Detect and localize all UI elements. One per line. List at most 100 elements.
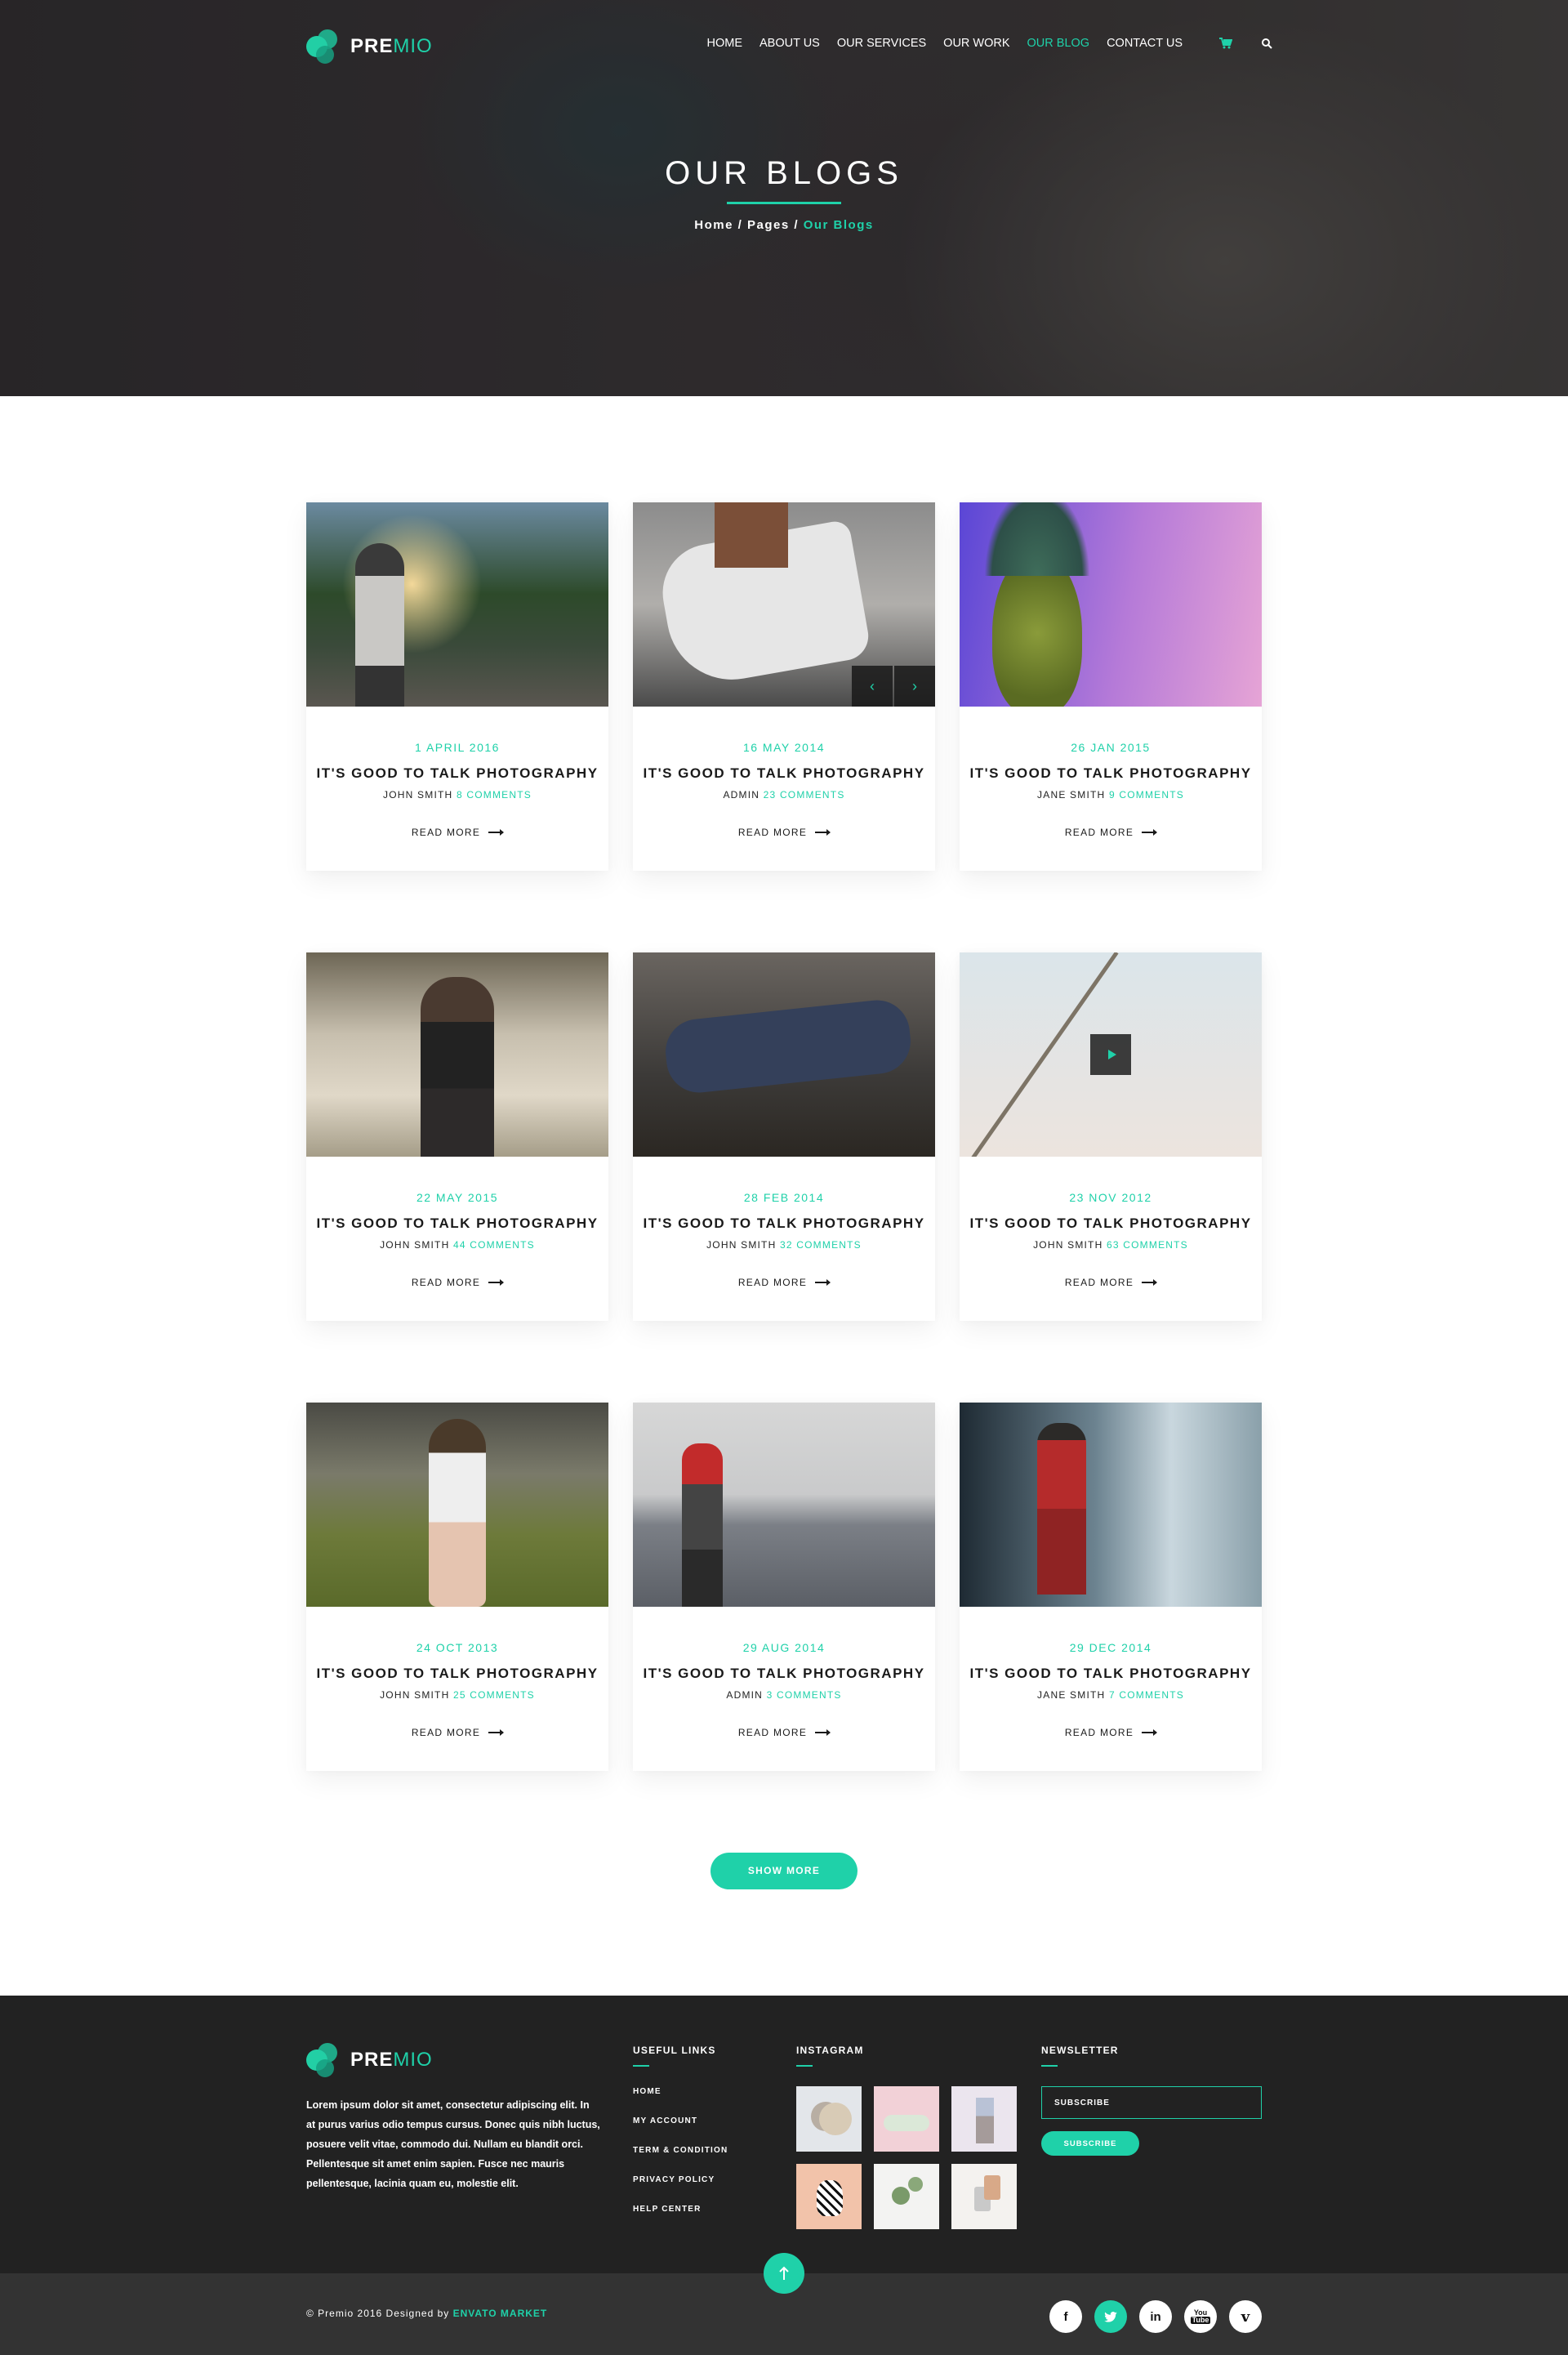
nav-contact-us[interactable]: CONTACT US xyxy=(1107,37,1183,50)
nav-our-blog[interactable]: OUR BLOG xyxy=(1027,37,1090,50)
post-comments[interactable]: 63 COMMENTS xyxy=(1107,1239,1188,1251)
read-more-label: READ MORE xyxy=(737,827,808,838)
search-icon[interactable] xyxy=(1259,36,1274,51)
read-more-link[interactable]: READ MORE xyxy=(1064,827,1158,838)
breadcrumb-home[interactable]: Home xyxy=(694,218,733,232)
post-author[interactable]: JANE SMITH xyxy=(1037,1689,1105,1701)
read-more-link[interactable]: READ MORE xyxy=(738,1727,831,1738)
breadcrumb-pages[interactable]: Pages xyxy=(747,218,790,232)
post-title[interactable]: IT'S GOOD TO TALK PHOTOGRAPHY xyxy=(960,1666,1262,1682)
post-date: 22 MAY 2015 xyxy=(416,1191,499,1204)
post-comments[interactable]: 9 COMMENTS xyxy=(1109,789,1184,801)
footer-link-help[interactable]: HELP CENTER xyxy=(633,2205,728,2234)
instagram-heading: INSTAGRAM xyxy=(796,2045,864,2056)
vimeo-icon[interactable]: v xyxy=(1229,2300,1262,2333)
blog-card-image[interactable]: ‹ › xyxy=(633,502,935,707)
heading-underline xyxy=(1041,2065,1058,2067)
brand-logo[interactable]: PREMIO xyxy=(306,29,433,64)
subscribe-button[interactable]: SUBSCRIBE xyxy=(1041,2131,1139,2156)
post-date: 26 JAN 2015 xyxy=(1071,741,1151,754)
read-more-link[interactable]: READ MORE xyxy=(412,1727,505,1738)
blog-card-image[interactable] xyxy=(306,1403,608,1607)
post-title[interactable]: IT'S GOOD TO TALK PHOTOGRAPHY xyxy=(306,1666,608,1682)
post-author[interactable]: JANE SMITH xyxy=(1037,789,1105,801)
read-more-label: READ MORE xyxy=(1064,827,1134,838)
footer-link-home[interactable]: HOME xyxy=(633,2087,728,2116)
facebook-icon[interactable]: f xyxy=(1049,2300,1082,2333)
instagram-thumb[interactable] xyxy=(951,2164,1017,2229)
footer-link-terms[interactable]: TERM & CONDITION xyxy=(633,2146,728,2175)
post-date: 28 FEB 2014 xyxy=(743,1191,825,1204)
post-comments[interactable]: 3 COMMENTS xyxy=(767,1689,842,1701)
read-more-link[interactable]: READ MORE xyxy=(1065,1727,1158,1738)
footer-link-privacy[interactable]: PRIVACY POLICY xyxy=(633,2175,728,2205)
show-more-button[interactable]: SHOW MORE xyxy=(710,1853,858,1889)
blog-card-image[interactable] xyxy=(960,1403,1262,1607)
post-title[interactable]: IT'S GOOD TO TALK PHOTOGRAPHY xyxy=(960,1215,1262,1232)
instagram-thumb[interactable] xyxy=(796,2164,862,2229)
footer-logo[interactable]: PREMIO xyxy=(306,2043,433,2077)
post-comments[interactable]: 25 COMMENTS xyxy=(453,1689,535,1701)
logo-mark-icon xyxy=(306,29,344,64)
play-icon[interactable] xyxy=(1090,1034,1131,1075)
post-comments[interactable]: 7 COMMENTS xyxy=(1109,1689,1184,1701)
blog-card: 23 NOV 2012 IT'S GOOD TO TALK PHOTOGRAPH… xyxy=(960,952,1262,1321)
read-more-link[interactable]: READ MORE xyxy=(412,1277,505,1288)
instagram-thumb[interactable] xyxy=(874,2164,939,2229)
cart-icon[interactable] xyxy=(1218,36,1233,51)
post-comments[interactable]: 23 COMMENTS xyxy=(764,789,845,801)
useful-links-list: HOME MY ACCOUNT TERM & CONDITION PRIVACY… xyxy=(633,2087,728,2234)
instagram-thumb[interactable] xyxy=(951,2086,1017,2152)
post-date: 24 OCT 2013 xyxy=(416,1641,499,1654)
post-date: 29 AUG 2014 xyxy=(742,1641,826,1654)
nav-about-us[interactable]: ABOUT US xyxy=(760,37,820,50)
copyright-text: © Premio 2016 Designed by xyxy=(306,2308,453,2319)
read-more-link[interactable]: READ MORE xyxy=(737,827,831,838)
nav-our-services[interactable]: OUR SERVICES xyxy=(837,37,926,50)
footer-link-my-account[interactable]: MY ACCOUNT xyxy=(633,2116,728,2146)
post-title[interactable]: IT'S GOOD TO TALK PHOTOGRAPHY xyxy=(633,1215,935,1232)
newsletter-email-input[interactable] xyxy=(1041,2086,1262,2119)
slider-prev-button[interactable]: ‹ xyxy=(852,666,893,707)
instagram-thumb[interactable] xyxy=(874,2086,939,2152)
blog-grid: 1 APRIL 2016 IT'S GOOD TO TALK PHOTOGRAP… xyxy=(306,502,1262,1771)
post-title[interactable]: IT'S GOOD TO TALK PHOTOGRAPHY xyxy=(960,765,1262,782)
post-comments[interactable]: 44 COMMENTS xyxy=(453,1239,535,1251)
post-title[interactable]: IT'S GOOD TO TALK PHOTOGRAPHY xyxy=(306,765,608,782)
blog-card-image[interactable] xyxy=(633,952,935,1157)
linkedin-icon[interactable]: in xyxy=(1139,2300,1172,2333)
instagram-column: INSTAGRAM xyxy=(796,2045,1017,2229)
post-author[interactable]: JOHN SMITH xyxy=(383,789,452,801)
blog-card-image[interactable] xyxy=(306,952,608,1157)
arrow-right-icon xyxy=(1142,829,1158,836)
post-title[interactable]: IT'S GOOD TO TALK PHOTOGRAPHY xyxy=(306,1215,608,1232)
page-title: OUR BLOGS xyxy=(665,155,903,191)
post-author[interactable]: JOHN SMITH xyxy=(380,1239,449,1251)
read-more-link[interactable]: READ MORE xyxy=(738,1277,831,1288)
read-more-label: READ MORE xyxy=(1064,1277,1134,1288)
read-more-link[interactable]: READ MORE xyxy=(1064,1277,1158,1288)
post-comments[interactable]: 8 COMMENTS xyxy=(457,789,532,801)
post-title[interactable]: IT'S GOOD TO TALK PHOTOGRAPHY xyxy=(633,765,935,782)
post-comments[interactable]: 32 COMMENTS xyxy=(780,1239,862,1251)
post-author[interactable]: JOHN SMITH xyxy=(706,1239,776,1251)
nav-our-work[interactable]: OUR WORK xyxy=(943,37,1009,50)
post-author[interactable]: JOHN SMITH xyxy=(380,1689,449,1701)
slider-next-button[interactable]: › xyxy=(894,666,935,707)
nav-home[interactable]: HOME xyxy=(706,37,742,50)
credit-link[interactable]: ENVATO MARKET xyxy=(453,2308,548,2319)
back-to-top-button[interactable] xyxy=(764,2253,804,2294)
post-author[interactable]: ADMIN xyxy=(726,1689,763,1701)
blog-card-image[interactable] xyxy=(633,1403,935,1607)
read-more-link[interactable]: READ MORE xyxy=(412,827,505,838)
blog-card-image[interactable] xyxy=(306,502,608,707)
twitter-icon[interactable] xyxy=(1094,2300,1127,2333)
blog-card-image[interactable] xyxy=(960,502,1262,707)
instagram-thumb[interactable] xyxy=(796,2086,862,2152)
blog-card: 29 AUG 2014 IT'S GOOD TO TALK PHOTOGRAPH… xyxy=(633,1403,935,1771)
blog-card-image[interactable] xyxy=(960,952,1262,1157)
post-title[interactable]: IT'S GOOD TO TALK PHOTOGRAPHY xyxy=(633,1666,935,1682)
post-author[interactable]: ADMIN xyxy=(723,789,760,801)
youtube-icon[interactable]: You Tube xyxy=(1184,2300,1217,2333)
post-author[interactable]: JOHN SMITH xyxy=(1033,1239,1102,1251)
